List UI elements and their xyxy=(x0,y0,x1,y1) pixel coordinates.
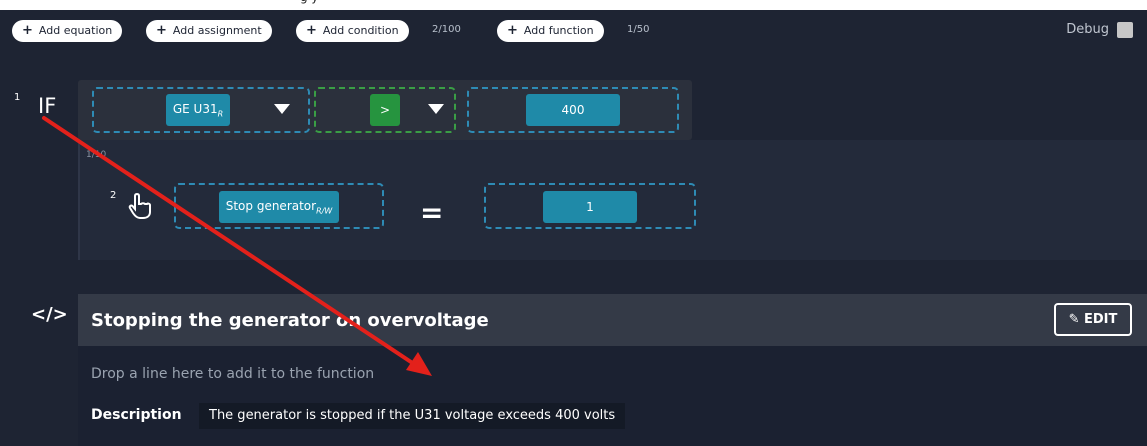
description-label: Description xyxy=(91,407,182,423)
condition-counter: 2/100 xyxy=(432,24,461,35)
line-number: 1 xyxy=(14,92,21,103)
function-title: Stopping the generator on overvoltage xyxy=(91,310,489,331)
plus-icon: + xyxy=(22,23,33,38)
assignment-value: 1 xyxy=(586,200,594,214)
operator-dropdown-icon[interactable] xyxy=(428,104,444,114)
plus-icon: + xyxy=(156,23,167,38)
variable-name: GE U31 xyxy=(172,102,218,116)
plus-icon: + xyxy=(306,23,317,38)
plus-icon: + xyxy=(507,23,518,38)
target-access: R/W xyxy=(316,206,333,216)
action-line-number: 2 xyxy=(110,190,117,201)
variable-dropdown-icon[interactable] xyxy=(274,104,290,114)
description-value[interactable]: The generator is stopped if the U31 volt… xyxy=(199,403,626,429)
add-assignment-button[interactable]: + Add assignment xyxy=(146,20,272,42)
value-chip[interactable]: 400 xyxy=(526,94,620,126)
function-counter: 1/50 xyxy=(627,24,650,35)
clipped-top-text: g y xyxy=(300,0,319,4)
code-icon: </> xyxy=(31,304,68,325)
hand-pointer-icon[interactable] xyxy=(128,192,154,220)
condition-value: 400 xyxy=(561,103,585,117)
debug-label: Debug xyxy=(1066,22,1109,37)
debug-checkbox[interactable] xyxy=(1117,22,1133,38)
add-condition-button[interactable]: + Add condition xyxy=(296,20,409,42)
edit-label: EDIT xyxy=(1084,312,1118,327)
add-equation-label: Add equation xyxy=(38,24,113,37)
equals-sign: = xyxy=(420,196,444,229)
top-strip: g y xyxy=(0,0,1147,10)
add-assignment-label: Add assignment xyxy=(172,24,262,37)
add-condition-label: Add condition xyxy=(322,24,399,37)
if-keyword: IF xyxy=(38,94,57,118)
toolbar: + Add equation + Add assignment + Add condi… xyxy=(0,10,1147,52)
target-chip[interactable]: Stop generatorR/W xyxy=(219,191,339,223)
add-function-button[interactable]: + Add function xyxy=(497,20,604,42)
drop-hint: Drop a line here to add it to the functi… xyxy=(91,366,375,382)
variable-chip[interactable]: GE U31R xyxy=(166,94,230,126)
edit-button[interactable]: ✎ EDIT xyxy=(1054,303,1132,336)
operator-chip[interactable]: > xyxy=(370,94,400,126)
add-function-label: Add function xyxy=(523,24,594,37)
assignment-value-chip[interactable]: 1 xyxy=(543,191,637,223)
target-name: Stop generator xyxy=(225,199,317,213)
variable-access: R xyxy=(217,109,224,119)
function-body[interactable] xyxy=(78,346,1147,446)
action-counter: 1/10 xyxy=(86,150,107,160)
edit-icon: ✎ xyxy=(1068,312,1080,327)
add-equation-button[interactable]: + Add equation xyxy=(12,20,123,42)
operator-label: > xyxy=(379,103,391,117)
